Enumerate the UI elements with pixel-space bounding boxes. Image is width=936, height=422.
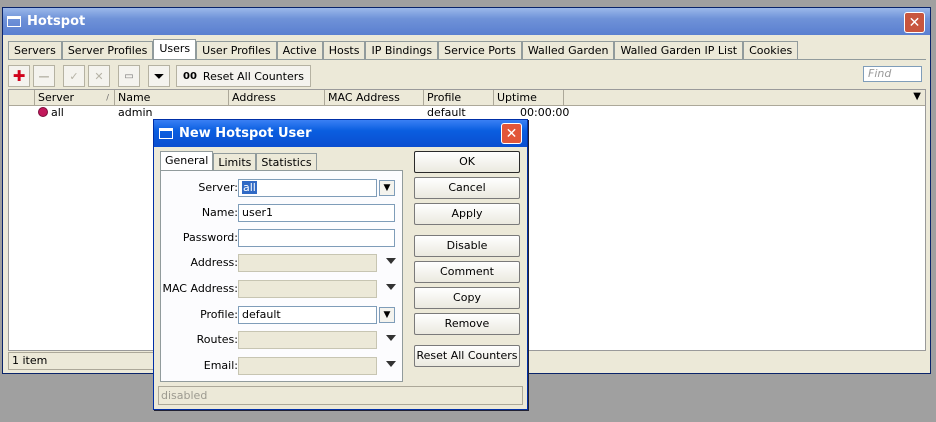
add-icon[interactable]: ✚ — [8, 65, 30, 87]
tab-general[interactable]: General — [160, 151, 214, 171]
dialog-title: New Hotspot User — [179, 126, 312, 141]
ok-button[interactable]: OK — [414, 151, 520, 173]
disable-button[interactable]: Disable — [414, 235, 520, 257]
mac-address-expand-icon[interactable] — [386, 284, 396, 290]
profile-dropdown-icon[interactable]: ▼ — [379, 307, 395, 323]
column-header-address[interactable]: Address — [229, 90, 325, 105]
mac-address-row: MAC Address: — [161, 280, 404, 298]
comment-icon[interactable]: ▭ — [118, 65, 140, 87]
profile-row: Profile: default ▼ — [161, 306, 404, 324]
name-input[interactable]: user1 — [238, 204, 395, 222]
reset-counters-icon: 00 — [183, 70, 197, 82]
tab-server-profiles[interactable]: Server Profiles — [61, 41, 154, 60]
copy-button[interactable]: Copy — [414, 287, 520, 309]
tab-walled-garden[interactable]: Walled Garden — [521, 41, 615, 60]
address-row: Address: — [161, 254, 404, 272]
disable-icon[interactable]: ✕ — [88, 65, 110, 87]
address-label: Address: — [190, 256, 238, 269]
toolbar: ✚ — ✓ ✕ ▭ ⏷ 00 Reset All Counters Find — [8, 63, 926, 89]
tab-active[interactable]: Active — [276, 41, 323, 60]
routes-input[interactable] — [238, 331, 377, 349]
column-header-mac-address[interactable]: MAC Address — [325, 90, 424, 105]
email-label: Email: — [203, 359, 238, 372]
remove-button[interactable]: Remove — [414, 313, 520, 335]
window-icon — [7, 16, 21, 27]
routes-label: Routes: — [196, 333, 238, 346]
apply-button[interactable]: Apply — [414, 203, 520, 225]
name-row: Name: user1 — [161, 204, 404, 222]
filter-icon[interactable]: ⏷ — [148, 65, 170, 87]
column-menu-icon[interactable]: ▼ — [913, 91, 921, 102]
server-label: Server: — [198, 181, 238, 194]
column-header-server[interactable]: Server / — [35, 90, 115, 105]
window-title: Hotspot — [27, 14, 86, 29]
window-title-bar[interactable]: Hotspot — [3, 8, 930, 35]
new-hotspot-user-dialog: New Hotspot User ✕ General Limits Statis… — [153, 119, 528, 410]
find-input[interactable]: Find — [863, 66, 922, 82]
dialog-title-bar[interactable]: New Hotspot User — [154, 120, 527, 147]
tab-limits[interactable]: Limits — [213, 153, 257, 171]
email-input[interactable] — [238, 357, 377, 375]
routes-row: Routes: — [161, 331, 404, 349]
email-row: Email: — [161, 357, 404, 375]
mac-address-input[interactable] — [238, 280, 377, 298]
tab-servers[interactable]: Servers — [8, 41, 62, 60]
routes-expand-icon[interactable] — [386, 335, 396, 341]
tab-service-ports[interactable]: Service Ports — [438, 41, 522, 60]
reset-all-counters-dialog-button[interactable]: Reset All Counters — [414, 345, 520, 367]
password-label: Password: — [182, 231, 238, 244]
profile-select[interactable]: default — [238, 306, 377, 324]
cancel-button[interactable]: Cancel — [414, 177, 520, 199]
reset-all-counters-button[interactable]: 00 Reset All Counters — [176, 65, 311, 87]
enable-icon[interactable]: ✓ — [63, 65, 85, 87]
mac-address-label: MAC Address: — [162, 282, 238, 295]
tab-walled-garden-ip-list[interactable]: Walled Garden IP List — [614, 41, 744, 60]
server-row: Server: all ▼ — [161, 179, 404, 197]
main-tabs: Servers Server Profiles Users User Profi… — [8, 39, 799, 60]
tab-ip-bindings[interactable]: IP Bindings — [365, 41, 439, 60]
email-expand-icon[interactable] — [386, 361, 396, 367]
server-dropdown-icon[interactable]: ▼ — [379, 180, 395, 196]
tab-user-profiles[interactable]: User Profiles — [196, 41, 277, 60]
user-icon — [38, 107, 48, 117]
reset-all-counters-label: Reset All Counters — [202, 69, 304, 83]
tab-hosts[interactable]: Hosts — [322, 41, 366, 60]
dialog-icon — [159, 128, 173, 139]
comment-button[interactable]: Comment — [414, 261, 520, 283]
dialog-close-icon[interactable]: ✕ — [501, 123, 522, 144]
cell-server: all — [35, 106, 115, 121]
column-header-uptime[interactable]: Uptime — [494, 90, 564, 105]
tab-users[interactable]: Users — [153, 39, 197, 60]
password-input[interactable] — [238, 229, 395, 247]
column-header-name[interactable]: Name — [115, 90, 229, 105]
address-expand-icon[interactable] — [386, 258, 396, 264]
dialog-status-bar: disabled — [158, 386, 523, 405]
name-label: Name: — [201, 206, 238, 219]
column-header-blank[interactable] — [9, 90, 35, 105]
general-panel: Server: all ▼ Name: user1 Password: Addr… — [160, 170, 403, 382]
password-row: Password: — [161, 229, 404, 247]
tab-statistics[interactable]: Statistics — [256, 153, 317, 171]
server-select[interactable]: all — [238, 179, 377, 197]
table-header: Server / Name Address MAC Address Profile… — [9, 90, 925, 106]
dialog-tabs: General Limits Statistics — [160, 151, 317, 171]
close-icon[interactable]: ✕ — [904, 12, 925, 33]
tab-divider — [8, 59, 926, 60]
status-bar: 1 item — [8, 352, 156, 370]
remove-icon[interactable]: — — [33, 65, 55, 87]
tab-cookies[interactable]: Cookies — [743, 41, 799, 60]
address-input[interactable] — [238, 254, 377, 272]
sort-icon: / — [106, 93, 109, 102]
profile-label: Profile: — [200, 308, 238, 321]
column-header-profile[interactable]: Profile — [424, 90, 494, 105]
